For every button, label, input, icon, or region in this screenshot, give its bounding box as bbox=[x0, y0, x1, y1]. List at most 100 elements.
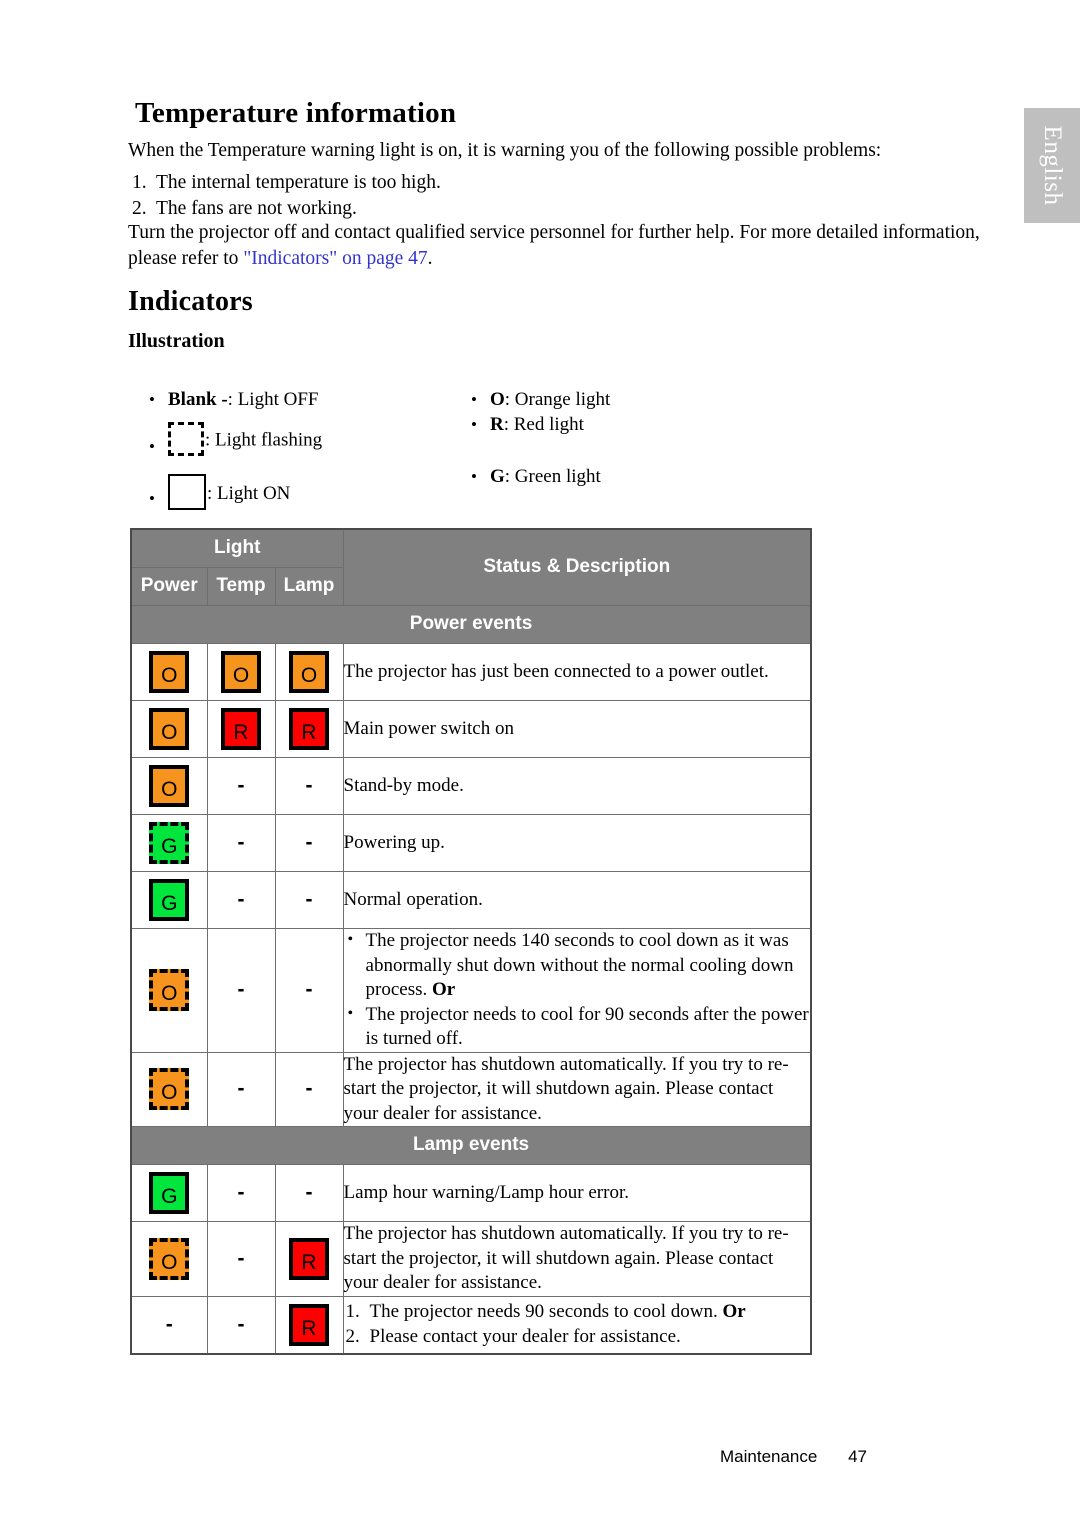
bullet-icon: • bbox=[347, 931, 354, 948]
cell-temp: - bbox=[206, 928, 276, 1053]
legend-item-orange-light: • O: Orange light bbox=[468, 388, 610, 412]
cell-power: O bbox=[130, 1221, 208, 1297]
temp-light-off-dash: - bbox=[237, 1077, 245, 1101]
table-row: - - R 1. The projector needs 90 seconds to c… bbox=[130, 1295, 812, 1354]
language-side-tab: English bbox=[1024, 108, 1080, 223]
cell-power: G bbox=[130, 814, 208, 872]
table-row: O - - The projector has shutdown automatica… bbox=[130, 1051, 812, 1127]
indicators-page-link[interactable]: "Indicators" on page 47 bbox=[243, 248, 427, 269]
cell-lamp: - bbox=[274, 871, 344, 929]
group-header-power-events: Power events bbox=[130, 605, 812, 644]
power-indicator-orange-flash: O bbox=[149, 969, 190, 1012]
cell-lamp: - bbox=[274, 814, 344, 872]
list-item-label: The projector needs 90 seconds to cool d… bbox=[369, 1301, 723, 1322]
list-item: 1. The internal temperature is too high. bbox=[128, 170, 441, 196]
lamp-indicator-red-solid: R bbox=[289, 708, 330, 750]
legend-desc-light-flashing: : Light flashing bbox=[205, 429, 323, 451]
list-item: 2. Please contact your dealer for assista… bbox=[344, 1325, 811, 1350]
list-item-number: 1. bbox=[345, 1301, 360, 1322]
legend-desc-red: : Red light bbox=[503, 414, 584, 435]
bullet-icon: • bbox=[471, 390, 477, 409]
emphasis-or: Or bbox=[722, 1301, 746, 1322]
header-power: Power bbox=[130, 567, 208, 606]
temp-light-off-dash: - bbox=[237, 1312, 245, 1336]
cell-status-description: Main power switch on bbox=[342, 700, 812, 758]
table-body: Power events O O O The projector has just be… bbox=[130, 605, 812, 1354]
emphasis-or: Or bbox=[432, 979, 456, 1000]
lamp-indicator-red-solid: R bbox=[289, 1303, 330, 1346]
bullet-icon: • bbox=[347, 1004, 354, 1022]
lamp-light-off-dash: - bbox=[305, 888, 313, 911]
power-indicator-orange-flash: O bbox=[149, 1068, 190, 1111]
power-indicator-green-solid: G bbox=[149, 879, 190, 921]
description-text: Main power switch on bbox=[343, 717, 514, 739]
list-item-label: The fans are not working. bbox=[156, 198, 357, 219]
list-item: • The projector needs to cool for 90 seco… bbox=[344, 1003, 811, 1052]
lamp-light-off-dash: - bbox=[305, 1181, 313, 1204]
list-item-label: The internal temperature is too high. bbox=[156, 172, 441, 193]
temp-indicator-red-solid: R bbox=[221, 708, 261, 750]
temperature-intro-text: When the Temperature warning light is on… bbox=[128, 140, 882, 161]
subheading-illustration: Illustration bbox=[128, 330, 225, 352]
temp-light-off-dash: - bbox=[237, 1181, 245, 1204]
cell-power: O bbox=[130, 928, 208, 1053]
bullet-icon: • bbox=[471, 415, 477, 434]
list-item-label: The projector needs 140 seconds to cool … bbox=[365, 930, 794, 1000]
lamp-light-off-dash: - bbox=[305, 978, 313, 1002]
cell-temp: R bbox=[206, 700, 276, 758]
list-item-number: 2. bbox=[132, 198, 147, 219]
temp-indicator-orange-solid: O bbox=[221, 651, 261, 693]
cell-temp: O bbox=[206, 643, 276, 701]
footer-section-label: Maintenance bbox=[720, 1447, 818, 1466]
table-row: O O O The projector has just been connected… bbox=[130, 643, 812, 701]
power-indicator-orange-solid: O bbox=[149, 708, 190, 750]
temperature-closing-paragraph: Turn the projector off and contact quali… bbox=[128, 220, 1003, 272]
bullet-icon: • bbox=[149, 390, 155, 409]
legend-item-light-off: • Blank -: Light OFF bbox=[146, 388, 318, 412]
temp-light-off-dash: - bbox=[237, 978, 245, 1002]
legend-key-orange: O bbox=[490, 389, 505, 410]
header-light: Light bbox=[130, 528, 344, 568]
table-header-row-top: Light Status & Description bbox=[130, 528, 812, 606]
power-indicator-green-solid: G bbox=[149, 1172, 190, 1214]
legend-desc-light-off: : Light OFF bbox=[227, 389, 319, 410]
group-header-lamp-events-label: Lamp events bbox=[130, 1126, 812, 1165]
lamp-light-off-dash: - bbox=[305, 774, 313, 797]
lamp-indicator-red-solid: R bbox=[289, 1237, 330, 1280]
bullet-icon: • bbox=[149, 437, 155, 456]
description-text: The projector has shutdown automatically… bbox=[343, 1223, 789, 1293]
dashed-box-icon bbox=[168, 422, 204, 456]
cell-temp: - bbox=[206, 814, 276, 872]
bullet-icon: • bbox=[471, 467, 477, 486]
cell-temp: - bbox=[206, 1051, 276, 1127]
description-text: The projector has just been connected to… bbox=[343, 660, 769, 682]
cell-temp: - bbox=[206, 1164, 276, 1222]
footer-page-number: 47 bbox=[848, 1447, 867, 1466]
temp-light-off-dash: - bbox=[237, 774, 245, 797]
solid-box-icon bbox=[168, 474, 206, 510]
page-title-temperature-information: Temperature information bbox=[135, 97, 457, 129]
indicator-status-table: Light Status & Description Power Temp La… bbox=[130, 528, 813, 1355]
legend-item-light-flashing: • : Light flashing bbox=[146, 422, 322, 460]
legend-item-light-on: • : Light ON bbox=[146, 474, 290, 515]
list-item: 2. The fans are not working. bbox=[128, 196, 441, 222]
lamp-light-off-dash: - bbox=[305, 831, 313, 854]
cell-lamp: - bbox=[274, 928, 344, 1053]
cell-power: O bbox=[130, 1051, 208, 1127]
cell-temp: - bbox=[206, 1221, 276, 1297]
legend-desc-light-on: : Light ON bbox=[207, 482, 291, 504]
temperature-problem-list: 1. The internal temperature is too high.… bbox=[128, 170, 441, 222]
legend-key-green: G bbox=[490, 466, 505, 487]
lamp-light-off-dash: - bbox=[305, 1077, 313, 1101]
table-row: G - - Normal operation. bbox=[130, 871, 812, 929]
cell-power: O bbox=[130, 700, 208, 758]
group-header-lamp-events: Lamp events bbox=[130, 1126, 812, 1165]
bullet-icon: • bbox=[149, 489, 155, 508]
header-temp: Temp bbox=[206, 567, 276, 606]
cell-temp: - bbox=[206, 757, 276, 815]
cell-status-description: The projector has shutdown automatically… bbox=[342, 1221, 812, 1297]
table-row: O R R Main power switch on bbox=[130, 700, 812, 758]
temp-light-off-dash: - bbox=[237, 1246, 245, 1270]
cell-power: G bbox=[130, 1164, 208, 1222]
power-indicator-green-flash: G bbox=[149, 822, 190, 864]
